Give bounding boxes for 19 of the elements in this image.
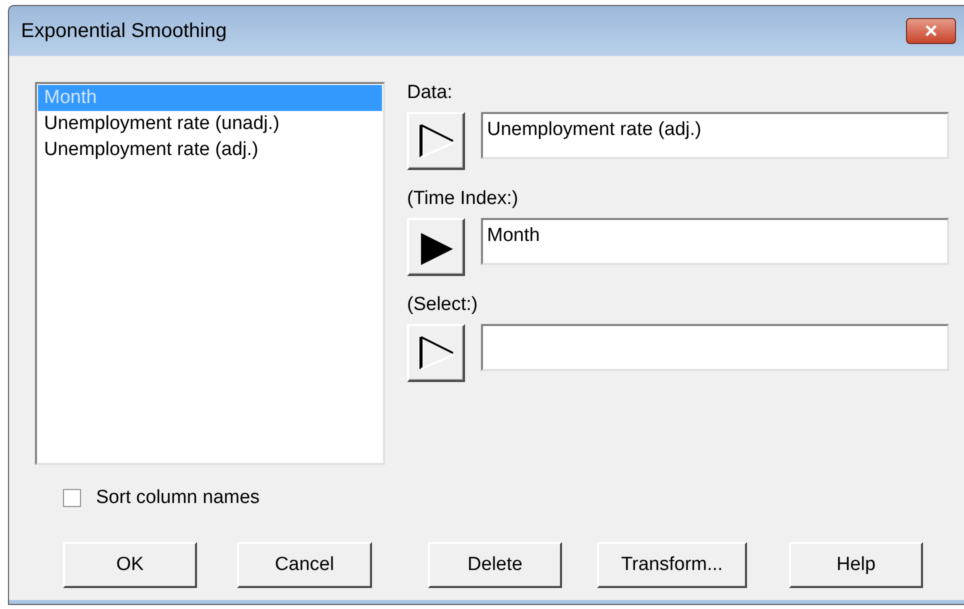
field-label: (Select:) [407, 294, 479, 316]
column-list-item[interactable]: Unemployment rate (adj.) [38, 137, 382, 163]
field-label: Data: [407, 82, 454, 104]
checkbox[interactable] [63, 489, 81, 507]
dialog-button[interactable]: Help [789, 542, 923, 588]
window-title: Exponential Smoothing [21, 20, 227, 42]
input-field[interactable] [481, 324, 949, 371]
dialog-button[interactable]: Transform... [597, 542, 747, 588]
field-label: (Time Index:) [407, 188, 520, 210]
input-field[interactable]: Unemployment rate (adj.) [481, 112, 949, 159]
dialog-button[interactable]: OK [63, 542, 197, 588]
dialog-button[interactable]: Cancel [237, 542, 372, 588]
input-field[interactable]: Month [481, 218, 949, 265]
checkbox-label: Sort column names [96, 487, 260, 509]
column-list-item[interactable]: Unemployment rate (unadj.) [38, 111, 382, 137]
arrow-button[interactable] [407, 112, 465, 170]
dialog-button[interactable]: Delete [428, 542, 562, 588]
arrow-button[interactable] [407, 218, 465, 276]
arrow-button[interactable] [407, 324, 465, 382]
